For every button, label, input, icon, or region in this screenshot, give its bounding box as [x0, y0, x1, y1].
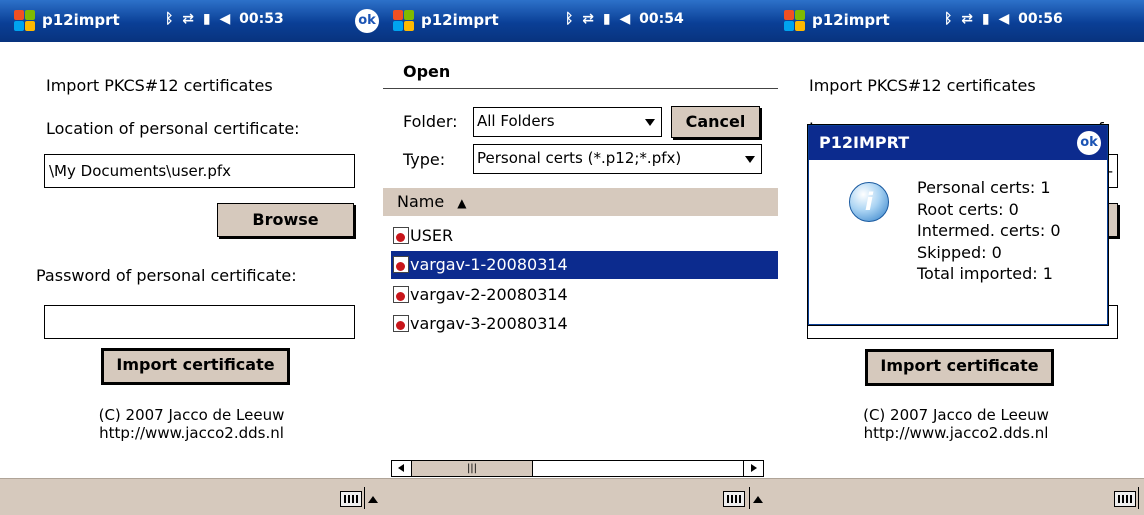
bluetooth-icon[interactable]: ᛒ	[565, 11, 573, 27]
signal-icon[interactable]: ▮	[203, 11, 211, 27]
certificate-file-icon	[393, 286, 409, 303]
taskbar-divider	[364, 487, 365, 509]
keyboard-icon[interactable]	[1114, 491, 1136, 507]
page-heading: Import PKCS#12 certificates	[809, 76, 1036, 95]
dialog-title: Open	[403, 62, 451, 81]
volume-icon[interactable]: ◀	[998, 11, 1009, 27]
certificate-file-icon	[393, 256, 409, 273]
ok-button[interactable]: ok	[355, 9, 379, 33]
file-row-user[interactable]: USER	[393, 222, 459, 250]
copyright-text: (C) 2007 Jacco de Leeuw	[863, 406, 1049, 424]
scroll-left-button[interactable]	[392, 461, 412, 476]
clock[interactable]: 00:56	[1018, 11, 1063, 27]
title-bar: p12imprt ᛒ ⇄ ▮ ◀ 00:56	[778, 0, 1144, 42]
open-dialog-screen: p12imprt ᛒ ⇄ ▮ ◀ 00:54 Open Folder: All …	[383, 0, 778, 515]
horizontal-scrollbar[interactable]: |||	[391, 460, 764, 477]
chevron-down-icon	[645, 119, 655, 126]
ok-button[interactable]: ok	[1077, 131, 1101, 155]
app-title: p12imprt	[421, 11, 499, 29]
bluetooth-icon[interactable]: ᛒ	[944, 11, 952, 27]
dialog-header: Open	[383, 42, 778, 89]
volume-icon[interactable]: ◀	[219, 11, 230, 27]
type-value: Personal certs (*.p12;*.pfx)	[477, 149, 682, 167]
import-screen: p12imprt ᛒ ⇄ ▮ ◀ 00:53 ok Import PKCS#12…	[0, 0, 383, 515]
personal-certs-count: Personal certs: 1	[917, 178, 1051, 197]
copyright-text: (C) 2007 Jacco de Leeuw	[98, 406, 285, 424]
file-row-vargav-3[interactable]: vargav-3-20080314	[393, 310, 574, 338]
folder-select[interactable]: All Folders	[473, 107, 662, 137]
location-label: Location of personal certificate:	[46, 119, 300, 138]
website-url: http://www.jacco2.dds.nl	[99, 424, 284, 442]
column-name-label: Name	[397, 192, 445, 211]
type-select[interactable]: Personal certs (*.p12;*.pfx)	[473, 144, 762, 174]
keyboard-icon[interactable]	[723, 491, 745, 507]
sort-ascending-icon: ▲	[457, 196, 467, 210]
page-heading: Import PKCS#12 certificates	[46, 76, 273, 95]
windows-start-icon[interactable]	[784, 10, 806, 32]
folder-label: Folder:	[403, 112, 458, 131]
file-name: vargav-3-20080314	[410, 314, 568, 333]
clock[interactable]: 00:53	[239, 11, 284, 27]
windows-start-icon[interactable]	[14, 10, 36, 32]
import-result-screen: p12imprt ᛒ ⇄ ▮ ◀ 00:56 Import PKCS#12 ce…	[778, 0, 1144, 515]
dialog-title: P12IMPRT	[819, 133, 910, 152]
title-bar: p12imprt ᛒ ⇄ ▮ ◀ 00:53 ok	[0, 0, 383, 42]
file-name: USER	[410, 226, 454, 245]
taskbar	[383, 478, 778, 515]
keyboard-icon[interactable]	[340, 491, 362, 507]
intermediate-certs-count: Intermed. certs: 0	[917, 221, 1061, 240]
folder-value: All Folders	[477, 112, 555, 130]
import-summary-dialog: P12IMPRT ok i Personal certs: 1 Root cer…	[808, 125, 1108, 325]
file-row-vargav-2[interactable]: vargav-2-20080314	[393, 281, 574, 309]
app-title: p12imprt	[812, 11, 890, 29]
file-name: vargav-1-20080314	[410, 255, 568, 274]
cancel-button[interactable]: Cancel	[671, 106, 760, 138]
scroll-right-button[interactable]	[743, 461, 763, 476]
windows-start-icon[interactable]	[393, 10, 415, 32]
connectivity-icon[interactable]: ⇄	[961, 11, 973, 27]
taskbar-divider	[749, 487, 750, 509]
column-header-name[interactable]: Name ▲	[383, 188, 778, 216]
app-title: p12imprt	[42, 11, 120, 29]
taskbar	[0, 478, 383, 515]
connectivity-icon[interactable]: ⇄	[582, 11, 594, 27]
signal-icon[interactable]: ▮	[603, 11, 611, 27]
bluetooth-icon[interactable]: ᛒ	[165, 11, 173, 27]
root-certs-count: Root certs: 0	[917, 200, 1019, 219]
connectivity-icon[interactable]: ⇄	[182, 11, 194, 27]
certificate-file-icon	[393, 315, 409, 332]
type-label: Type:	[403, 150, 446, 169]
chevron-down-icon	[745, 156, 755, 163]
location-input[interactable]: \My Documents\user.pfx	[44, 154, 355, 188]
website-url: http://www.jacco2.dds.nl	[863, 424, 1049, 442]
signal-icon[interactable]: ▮	[982, 11, 990, 27]
location-value-tail: -	[1107, 162, 1113, 180]
clock[interactable]: 00:54	[639, 11, 684, 27]
password-label: Password of personal certificate:	[36, 266, 297, 285]
input-menu-arrow-icon[interactable]	[753, 496, 763, 503]
file-name: vargav-2-20080314	[410, 285, 568, 304]
file-row-vargav-1[interactable]: vargav-1-20080314	[391, 251, 778, 279]
input-menu-arrow-icon[interactable]	[368, 496, 378, 503]
browse-button[interactable]: Browse	[217, 203, 354, 237]
info-icon: i	[849, 182, 889, 222]
taskbar-divider	[1138, 487, 1139, 509]
import-certificate-button[interactable]: Import certificate	[865, 349, 1054, 386]
import-certificate-button[interactable]: Import certificate	[101, 348, 290, 385]
title-bar: p12imprt ᛒ ⇄ ▮ ◀ 00:54	[383, 0, 778, 42]
dialog-title-bar: P12IMPRT	[809, 126, 1107, 160]
certificate-file-icon	[393, 227, 409, 244]
total-imported-count: Total imported: 1	[917, 264, 1053, 283]
taskbar	[778, 478, 1144, 515]
skipped-count: Skipped: 0	[917, 243, 1002, 262]
password-input[interactable]	[44, 305, 355, 339]
volume-icon[interactable]: ◀	[619, 11, 630, 27]
scrollbar-thumb[interactable]: |||	[412, 461, 533, 476]
